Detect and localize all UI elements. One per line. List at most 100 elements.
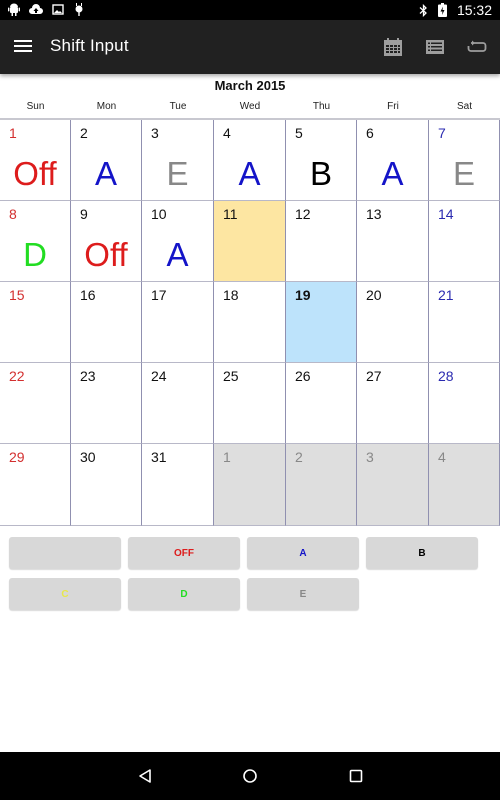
day-number: 11 [223,206,238,222]
day-cell[interactable]: 5B [286,120,357,201]
calendar-view-button[interactable] [382,36,404,58]
shift-button-label: OFF [174,547,194,559]
day-cell[interactable]: 14 [429,201,500,282]
weekday-label: Mon [96,101,117,112]
day-cell[interactable]: 16 [71,282,142,363]
day-number: 31 [151,449,167,465]
android-icon [8,3,20,16]
repeat-button[interactable] [466,36,488,58]
day-number: 22 [9,368,25,384]
weekday-label: Tue [169,101,187,112]
day-number: 8 [9,206,17,222]
day-cell[interactable]: 6A [357,120,429,201]
day-cell[interactable]: 11 [214,201,286,282]
day-number: 23 [80,368,96,384]
shift-label: A [94,155,117,192]
day-number: 21 [438,287,454,303]
day-number: 3 [366,449,374,465]
day-cell[interactable]: 3E [142,120,214,201]
back-button[interactable] [134,766,156,786]
day-cell[interactable]: 29 [0,444,71,526]
day-cell[interactable]: 26 [286,363,357,444]
day-number: 4 [438,449,446,465]
shift-button-c[interactable]: C [9,578,121,610]
day-number: 2 [295,449,303,465]
list-icon [426,40,444,54]
day-cell[interactable]: 4 [429,444,500,526]
day-number: 26 [295,368,311,384]
weekday-label: Sun [26,101,45,112]
day-number: 15 [9,287,25,303]
day-cell[interactable]: 4A [214,120,286,201]
shift-button-label: E [299,588,307,600]
day-cell[interactable]: 10 A [142,201,214,282]
day-number: 3 [151,125,159,141]
day-cell[interactable]: 17 [142,282,214,363]
shift-label: D [23,236,47,273]
day-cell[interactable]: 23 [71,363,142,444]
day-number: 30 [80,449,96,465]
shift-button-label: C [61,588,69,600]
recents-icon [349,769,363,783]
day-cell[interactable]: 19 [286,282,357,363]
shift-button-e[interactable]: E [247,578,359,610]
day-cell[interactable]: 18 [214,282,286,363]
battery-charging-icon [437,3,447,17]
day-number: 18 [223,287,239,303]
shift-label: E [452,155,475,192]
list-view-button[interactable] [424,36,446,58]
shift-button-off[interactable]: OFF [128,537,240,569]
day-cell[interactable]: 25 [214,363,286,444]
bluetooth-icon [419,3,427,17]
hamburger-menu-icon[interactable] [14,38,34,54]
home-icon [243,769,257,783]
day-cell[interactable]: 7E [429,120,500,201]
day-cell[interactable]: 2A [71,120,142,201]
day-cell[interactable]: 9 Off [71,201,142,282]
day-cell[interactable]: 30 [71,444,142,526]
shift-button-d[interactable]: D [128,578,240,610]
day-cell[interactable]: 15 [0,282,71,363]
day-number: 7 [438,125,446,141]
shift-button-label: A [299,547,307,559]
day-cell[interactable]: 24 [142,363,214,444]
day-number: 14 [438,206,454,222]
back-icon [139,769,151,783]
shift-button-a[interactable]: A [247,537,359,569]
day-cell[interactable]: 31 [142,444,214,526]
day-cell[interactable]: 22 [0,363,71,444]
day-cell[interactable]: 1 [214,444,286,526]
app-title: Shift Input [50,36,129,55]
recents-button[interactable] [345,766,367,786]
day-cell[interactable]: 21 [429,282,500,363]
day-cell[interactable]: 27 [357,363,429,444]
day-number: 6 [366,125,374,141]
navigation-bar [0,752,500,800]
day-cell[interactable]: 2 [286,444,357,526]
shift-label: B [309,155,332,192]
day-cell[interactable]: 20 [357,282,429,363]
calendar-grid: 1 Off 2 A 3 E 4 A 5 B 6 A 7 E 8 D 9 Off 10 A 11 12 13 14 15 16 17 1… [0,118,500,527]
day-number: 28 [438,368,454,384]
day-number: 12 [295,206,311,222]
day-number: 9 [80,206,88,222]
day-number: 20 [366,287,382,303]
image-icon [52,4,64,15]
day-cell[interactable]: 3 [357,444,429,526]
shift-button-b[interactable]: B [366,537,478,569]
shift-button-clear[interactable] [9,537,121,569]
day-cell[interactable]: 1 Off [0,120,71,201]
day-cell[interactable]: 12 [286,201,357,282]
calendar-icon [384,38,402,56]
day-cell[interactable]: 13 [357,201,429,282]
day-number: 1 [223,449,231,465]
day-cell[interactable]: 28 [429,363,500,444]
day-number: 4 [223,125,231,141]
home-button[interactable] [239,766,261,786]
day-cell[interactable]: 8D [0,201,71,282]
day-number: 5 [295,125,303,141]
weekday-label: Thu [312,101,331,112]
status-bar: 15:32 [0,0,500,20]
day-number: 2 [80,125,88,141]
shift-button-label: B [418,547,426,559]
